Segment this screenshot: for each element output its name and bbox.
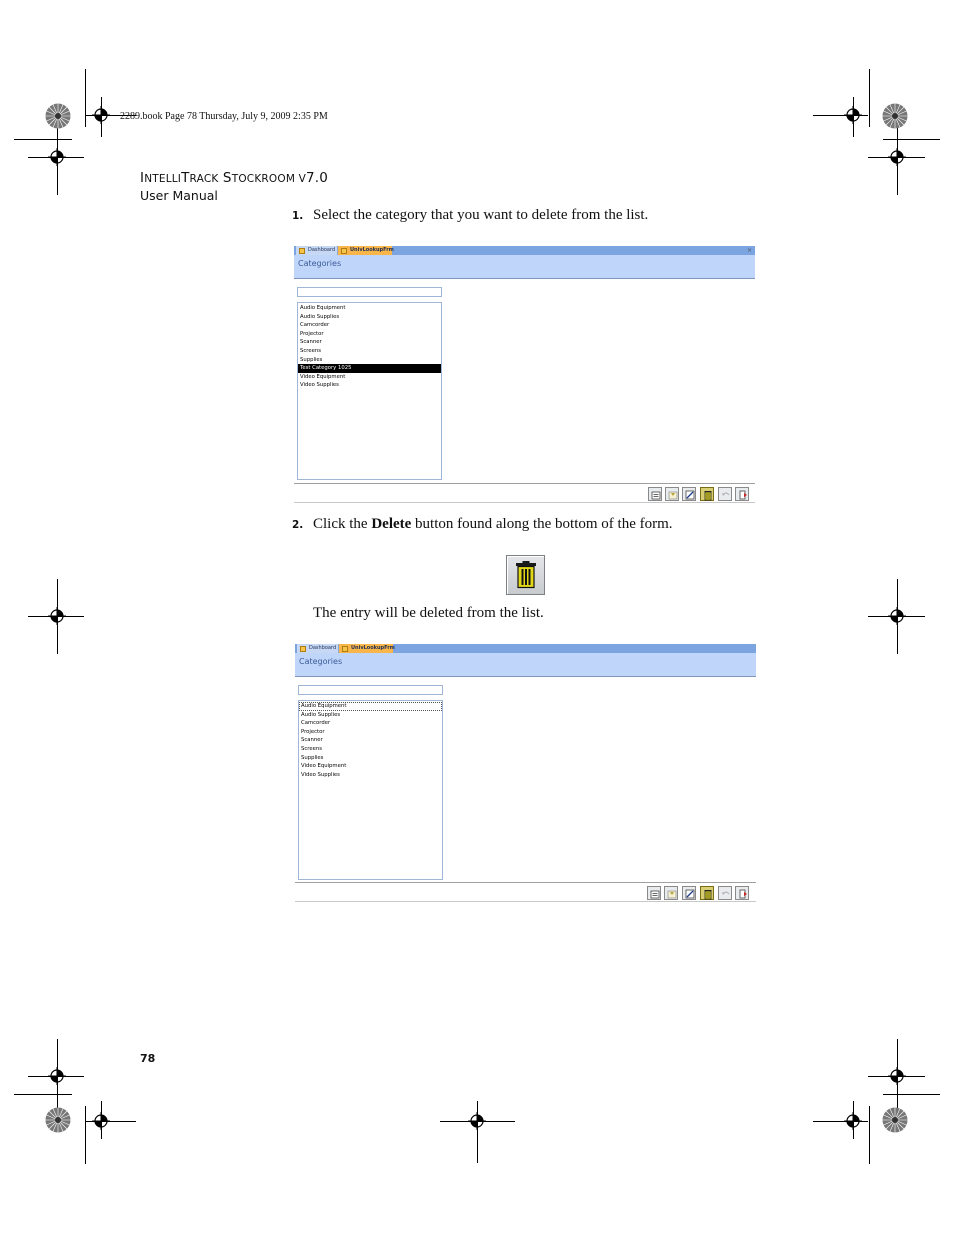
delete-button[interactable] — [700, 886, 714, 900]
list-item[interactable]: Scanner — [298, 338, 441, 347]
registration-target-icon — [468, 1112, 486, 1130]
step-text: Select the category that you want to del… — [313, 207, 649, 223]
form-icon — [342, 645, 348, 652]
list-item[interactable]: Supplies — [299, 754, 442, 763]
list-item[interactable]: Projector — [299, 728, 442, 737]
list-item[interactable]: Screens — [299, 745, 442, 754]
delete-trash-icon — [704, 491, 712, 501]
file-stamp: 2289.book Page 78 Thursday, July 9, 2009… — [120, 111, 328, 122]
list-item[interactable]: Projector — [298, 330, 441, 339]
category-listbox[interactable]: Audio Equipment Audio Supplies Camcorder… — [297, 302, 442, 480]
list-item[interactable]: Camcorder — [299, 719, 442, 728]
list-item[interactable]: Video Supplies — [298, 381, 441, 390]
undo-icon — [722, 891, 730, 895]
undo-button[interactable] — [718, 487, 732, 501]
registration-target-icon — [844, 1112, 862, 1130]
delete-button[interactable] — [700, 487, 714, 501]
list-item[interactable]: Audio Equipment — [298, 304, 441, 313]
edit-record-icon — [685, 490, 695, 500]
color-rosette-icon — [45, 1107, 71, 1133]
form-toolbar — [294, 483, 755, 503]
document-tab-bar: Dashboard UnivLookupFrm — [295, 644, 756, 653]
registration-target-icon — [48, 1067, 66, 1085]
new-record-icon — [651, 491, 661, 500]
registration-target-icon — [888, 607, 906, 625]
delete-keyword: Delete — [371, 516, 412, 532]
list-item[interactable]: Video Equipment — [298, 373, 441, 382]
new-record-button[interactable] — [648, 487, 662, 501]
list-item[interactable]: Video Equipment — [299, 762, 442, 771]
result-text: The entry will be deleted from the list. — [313, 605, 544, 621]
step-number: 1. — [292, 210, 304, 222]
color-rosette-icon — [45, 103, 71, 129]
edit-record-button[interactable] — [682, 487, 696, 501]
registration-target-icon — [48, 607, 66, 625]
list-item[interactable]: Audio Supplies — [298, 313, 441, 322]
step-1: 1. Select the category that you want to d… — [292, 207, 648, 224]
close-icon[interactable]: × — [747, 246, 752, 255]
delete-trash-icon — [516, 561, 536, 589]
color-rosette-icon — [882, 103, 908, 129]
manual-title: INTELLITRACK STOCKROOM V7.0 — [140, 170, 329, 186]
form-header: Categories — [294, 255, 755, 279]
new-record-button[interactable] — [647, 886, 661, 900]
exit-button[interactable] — [735, 886, 749, 900]
delete-trash-icon — [704, 890, 712, 900]
undo-icon — [722, 492, 730, 496]
list-item[interactable]: Audio Supplies — [299, 711, 442, 720]
list-item[interactable]: Video Supplies — [299, 771, 442, 780]
edit-record-icon — [685, 889, 695, 899]
form-icon — [341, 247, 347, 254]
registration-target-icon — [844, 106, 862, 124]
list-item[interactable]: Camcorder — [298, 321, 441, 330]
tab-univlookupfrm[interactable]: UnivLookupFrm — [339, 644, 395, 653]
exit-icon — [739, 889, 747, 899]
document-tab-bar: Dashboard UnivLookupFrm × — [294, 246, 755, 255]
form-icon — [299, 247, 305, 254]
save-record-icon — [668, 491, 678, 500]
category-listbox[interactable]: Audio Equipment Audio Supplies Camcorder… — [298, 700, 443, 880]
list-item[interactable]: Supplies — [298, 356, 441, 365]
categories-form-before: Dashboard UnivLookupFrm × Categories Aud… — [294, 246, 755, 504]
form-title: Categories — [298, 259, 342, 268]
registration-target-icon — [888, 1067, 906, 1085]
exit-icon — [739, 490, 747, 500]
new-record-icon — [650, 890, 660, 899]
step-2: 2. Click the Delete button found along th… — [292, 516, 673, 532]
page-number: 78 — [140, 1052, 156, 1065]
search-input[interactable] — [297, 287, 442, 297]
form-toolbar — [295, 882, 756, 902]
step-number: 2. — [292, 519, 304, 531]
tab-univlookupfrm[interactable]: UnivLookupFrm — [338, 246, 394, 255]
registration-target-icon — [48, 148, 66, 166]
exit-button[interactable] — [735, 487, 749, 501]
search-input[interactable] — [298, 685, 443, 695]
list-item-selected[interactable]: Test Category 1025 — [298, 364, 441, 373]
delete-button-illustration — [506, 555, 545, 595]
list-item-focused[interactable]: Audio Equipment — [299, 702, 442, 711]
list-item[interactable]: Screens — [298, 347, 441, 356]
registration-target-icon — [888, 148, 906, 166]
undo-button[interactable] — [718, 886, 732, 900]
form-title: Categories — [299, 657, 343, 666]
registration-target-icon — [92, 106, 110, 124]
tab-dashboard[interactable]: Dashboard — [296, 246, 338, 255]
save-record-button[interactable] — [664, 886, 678, 900]
list-item[interactable]: Scanner — [299, 736, 442, 745]
tab-dashboard[interactable]: Dashboard — [297, 644, 339, 653]
form-header: Categories — [295, 653, 756, 677]
form-icon — [300, 645, 306, 652]
manual-subtitle: User Manual — [140, 188, 218, 203]
edit-record-button[interactable] — [682, 886, 696, 900]
save-record-icon — [667, 890, 677, 899]
color-rosette-icon — [882, 1107, 908, 1133]
save-record-button[interactable] — [665, 487, 679, 501]
registration-target-icon — [92, 1112, 110, 1130]
categories-form-after: Dashboard UnivLookupFrm Categories Audio… — [295, 644, 756, 903]
